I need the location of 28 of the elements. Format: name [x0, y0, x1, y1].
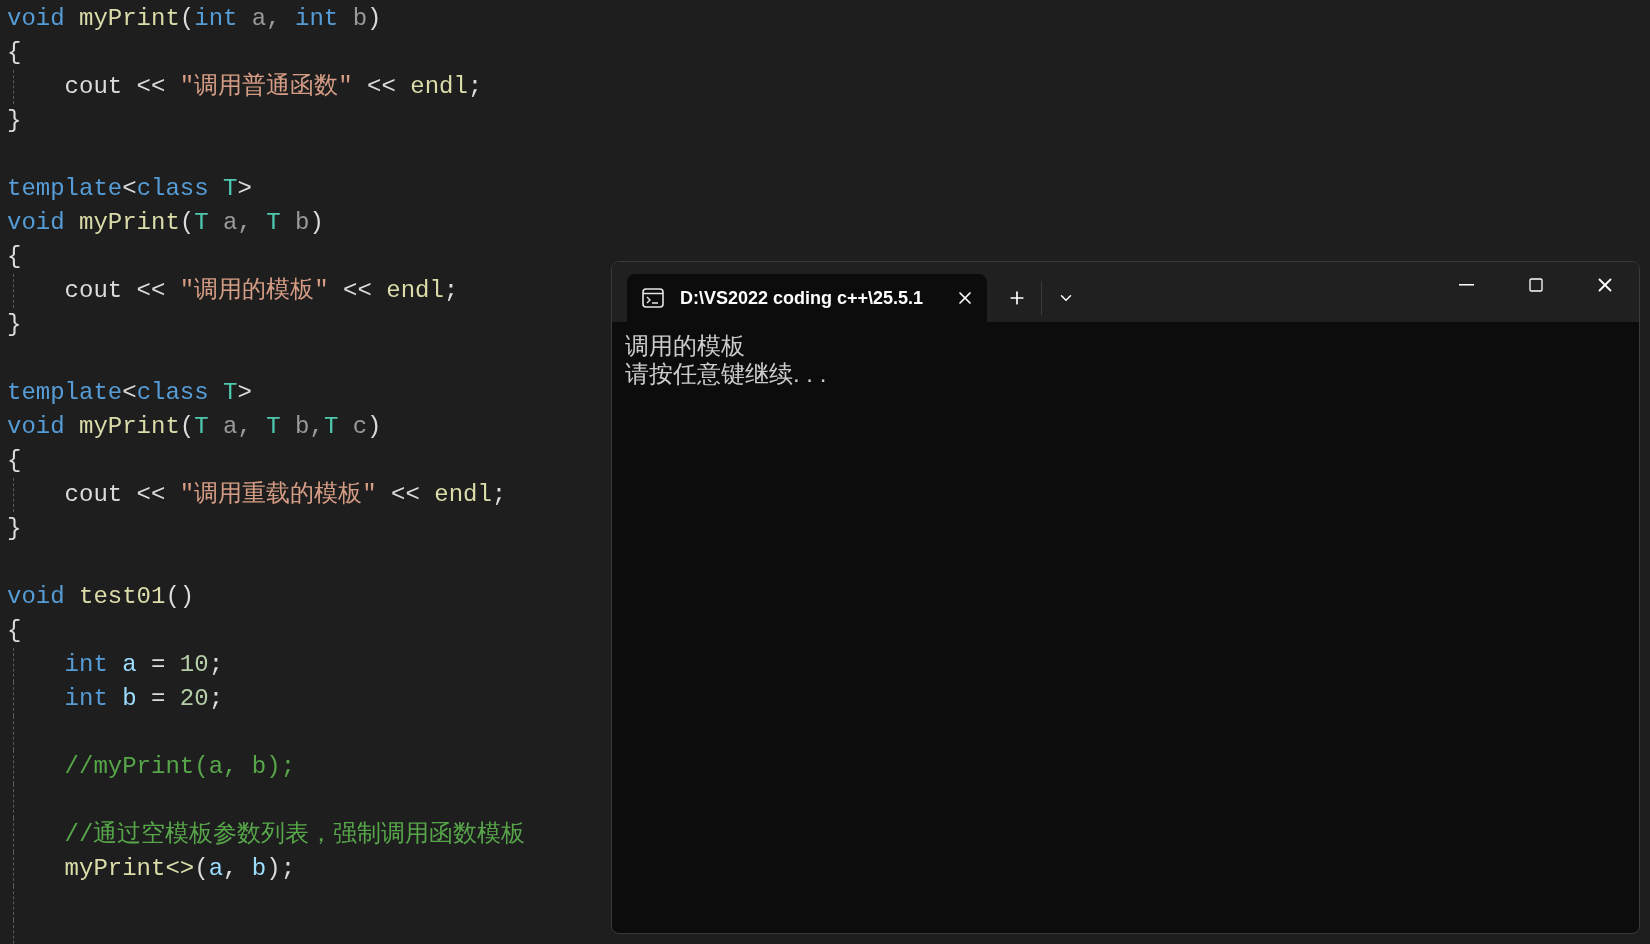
- code-line: template<class T>: [7, 175, 252, 202]
- code-line: //通过空模板参数列表，强制调用函数模板: [63, 821, 526, 848]
- code-line: void test01(): [7, 583, 195, 610]
- code-line: int a = 10;: [63, 651, 224, 678]
- code-line: void myPrint(T a, T b,T c): [7, 413, 382, 440]
- code-line: cout << "调用重载的模板" << endl;: [63, 481, 507, 508]
- minimize-icon: [1459, 284, 1474, 286]
- terminal-tab[interactable]: D:\VS2022 coding c++\25.5.1: [627, 274, 987, 322]
- code-line: {: [7, 447, 22, 474]
- code-line: void myPrint(int a, int b): [7, 5, 382, 32]
- code-line: //myPrint(a, b);: [63, 753, 296, 780]
- tab-title: D:\VS2022 coding c++\25.5.1: [680, 286, 924, 310]
- code-line: {: [7, 617, 22, 644]
- code-line: {: [7, 243, 22, 270]
- code-line: }: [7, 311, 22, 338]
- code-line: myPrint<>(a, b);: [63, 855, 296, 882]
- maximize-icon: [1527, 277, 1544, 293]
- code-line: {: [7, 39, 22, 66]
- code-line: }: [7, 515, 22, 542]
- console-output-line: 请按任意键继续. . .: [625, 360, 827, 388]
- code-line: int b = 20;: [63, 685, 224, 712]
- console-output-line: 调用的模板: [625, 332, 745, 360]
- code-line: cout << "调用的模板" << endl;: [63, 277, 459, 304]
- code-line: void myPrint(T a, T b): [7, 209, 324, 236]
- code-line: template<class T>: [7, 379, 252, 406]
- code-line: cout << "调用普通函数" << endl;: [63, 73, 483, 100]
- terminal-icon: [642, 288, 664, 308]
- code-line: }: [7, 107, 22, 134]
